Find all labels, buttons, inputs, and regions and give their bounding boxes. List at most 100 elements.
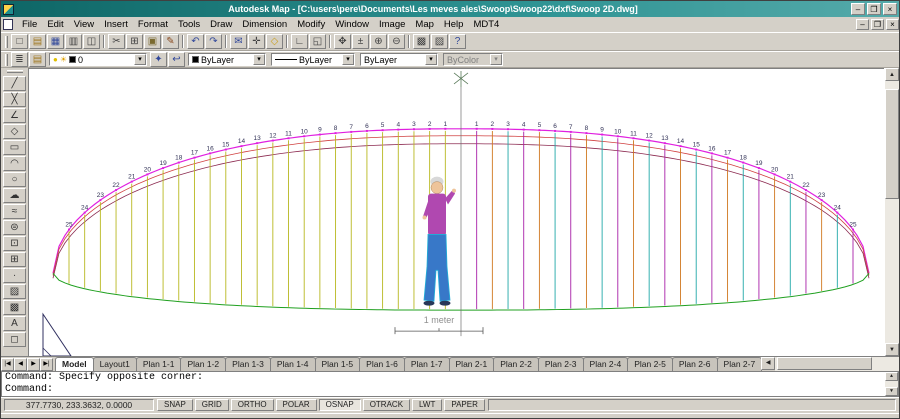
properties-button[interactable]: ▩ bbox=[413, 34, 430, 49]
tab-nav-next-button[interactable]: ▶ bbox=[27, 358, 40, 371]
tab-nav-last-button[interactable]: ▶| bbox=[40, 358, 53, 371]
chevron-down-icon[interactable]: ▾ bbox=[342, 54, 354, 65]
status-toggle-osnap[interactable]: OSNAP bbox=[319, 399, 361, 411]
save-button[interactable]: ▦ bbox=[47, 34, 64, 49]
tab-plan-2-3[interactable]: Plan 2-3 bbox=[538, 357, 584, 371]
command-scrollbar[interactable]: ▲ ▼ bbox=[885, 372, 898, 396]
menu-insert[interactable]: Insert bbox=[99, 17, 133, 32]
chevron-down-icon[interactable]: ▾ bbox=[253, 54, 265, 65]
command-window[interactable]: Command: Specify opposite corner: Comman… bbox=[1, 371, 899, 397]
layers-button[interactable]: ≣ bbox=[11, 52, 28, 67]
polygon-button[interactable]: ◇ bbox=[3, 124, 26, 139]
tab-plan-1-2[interactable]: Plan 1-2 bbox=[180, 357, 226, 371]
zoom-previous-button[interactable]: ⊖ bbox=[388, 34, 405, 49]
help-button[interactable]: ? bbox=[449, 34, 466, 49]
command-prompt-line[interactable]: Command: bbox=[5, 384, 885, 396]
window-restore-button[interactable]: ❐ bbox=[867, 3, 881, 15]
scroll-down-icon[interactable]: ▼ bbox=[885, 343, 899, 356]
chevron-down-icon[interactable]: ▾ bbox=[425, 54, 437, 65]
tab-nav-prev-button[interactable]: ◀ bbox=[14, 358, 27, 371]
make-object-layer-current-button[interactable]: ✦ bbox=[150, 52, 167, 67]
menu-modify[interactable]: Modify bbox=[292, 17, 330, 32]
tab-plan-2-2[interactable]: Plan 2-2 bbox=[493, 357, 539, 371]
construction-line-button[interactable]: ╳ bbox=[3, 92, 26, 107]
layer-previous-button[interactable]: ↩ bbox=[168, 52, 185, 67]
make-block-button[interactable]: ⊞ bbox=[3, 252, 26, 267]
color-dropdown[interactable]: ByLayer ▾ bbox=[188, 53, 266, 66]
toolbar-grip[interactable] bbox=[5, 36, 8, 48]
object-snap-button[interactable]: ◇ bbox=[266, 34, 283, 49]
tab-nav-first-button[interactable]: |◀ bbox=[1, 358, 14, 371]
layer-manager-button[interactable]: ▤ bbox=[29, 52, 46, 67]
tab-plan-2-7[interactable]: Plan 2-7 bbox=[717, 357, 763, 371]
menu-edit[interactable]: Edit bbox=[42, 17, 68, 32]
menu-help[interactable]: Help bbox=[439, 17, 469, 32]
scroll-left-icon[interactable]: ◀ bbox=[761, 357, 775, 370]
cut-button[interactable]: ✂ bbox=[108, 34, 125, 49]
horizontal-scrollbar[interactable]: ◀ ▶ bbox=[761, 357, 900, 371]
erase-button[interactable]: ◻ bbox=[3, 332, 26, 347]
rectangle-button[interactable]: ▭ bbox=[3, 140, 26, 155]
open-button[interactable]: ▤ bbox=[29, 34, 46, 49]
vertical-scroll-track[interactable] bbox=[885, 81, 899, 343]
insert-hyperlink-button[interactable]: ✉ bbox=[230, 34, 247, 49]
tab-plan-1-1[interactable]: Plan 1-1 bbox=[136, 357, 182, 371]
status-toggle-ortho[interactable]: ORTHO bbox=[231, 399, 274, 411]
menu-view[interactable]: View bbox=[69, 17, 99, 32]
zoom-realtime-button[interactable]: ± bbox=[352, 34, 369, 49]
print-button[interactable]: ▥ bbox=[65, 34, 82, 49]
tab-plan-2-5[interactable]: Plan 2-5 bbox=[627, 357, 673, 371]
tab-plan-2-6[interactable]: Plan 2-6 bbox=[672, 357, 718, 371]
status-toggle-otrack[interactable]: OTRACK bbox=[363, 399, 410, 411]
window-close-button[interactable]: × bbox=[883, 3, 897, 15]
object-snap-tracking-button[interactable]: ✛ bbox=[248, 34, 265, 49]
named-views-button[interactable]: ◱ bbox=[309, 34, 326, 49]
spline-button[interactable]: ≈ bbox=[3, 204, 26, 219]
hatch-button[interactable]: ▨ bbox=[3, 284, 26, 299]
document-restore-button[interactable]: ❐ bbox=[871, 19, 884, 30]
polyline-button[interactable]: ∠ bbox=[3, 108, 26, 123]
toolbar-grip[interactable] bbox=[5, 54, 8, 66]
layer-dropdown[interactable]: ● ☀ 0 ▾ bbox=[49, 53, 147, 66]
tab-plan-1-3[interactable]: Plan 1-3 bbox=[225, 357, 271, 371]
menu-tools[interactable]: Tools bbox=[173, 17, 205, 32]
status-toggle-lwt[interactable]: LWT bbox=[412, 399, 442, 411]
tab-plan-2-1[interactable]: Plan 2-1 bbox=[449, 357, 495, 371]
vertical-scrollbar[interactable]: ▲ ▼ bbox=[884, 68, 899, 356]
arc-button[interactable]: ◠ bbox=[3, 156, 26, 171]
document-minimize-button[interactable]: – bbox=[856, 19, 869, 30]
document-icon[interactable] bbox=[3, 19, 13, 30]
status-toggle-snap[interactable]: SNAP bbox=[157, 399, 193, 411]
tab-plan-1-4[interactable]: Plan 1-4 bbox=[270, 357, 316, 371]
status-toggle-polar[interactable]: POLAR bbox=[276, 399, 317, 411]
vertical-scroll-thumb[interactable] bbox=[885, 89, 899, 199]
lineweight-dropdown[interactable]: ByLayer ▾ bbox=[360, 53, 438, 66]
drawing-canvas[interactable]: 1122334455667788991010111112121313141415… bbox=[29, 68, 884, 356]
paste-button[interactable]: ▣ bbox=[144, 34, 161, 49]
line-button[interactable]: ╱ bbox=[3, 76, 26, 91]
tab-layout1[interactable]: Layout1 bbox=[93, 357, 137, 371]
multiline-text-button[interactable]: A bbox=[3, 316, 26, 331]
chevron-down-icon[interactable]: ▾ bbox=[134, 54, 146, 65]
window-minimize-button[interactable]: – bbox=[851, 3, 865, 15]
status-toggle-grid[interactable]: GRID bbox=[195, 399, 229, 411]
ellipse-button[interactable]: ⊜ bbox=[3, 220, 26, 235]
menu-draw[interactable]: Draw bbox=[205, 17, 237, 32]
horizontal-scroll-thumb[interactable] bbox=[777, 357, 872, 370]
menu-map[interactable]: Map bbox=[410, 17, 438, 32]
document-close-button[interactable]: × bbox=[886, 19, 899, 30]
region-button[interactable]: ▩ bbox=[3, 300, 26, 315]
horizontal-scroll-track[interactable] bbox=[775, 357, 900, 371]
menu-dimension[interactable]: Dimension bbox=[237, 17, 292, 32]
redo-button[interactable]: ↷ bbox=[205, 34, 222, 49]
scroll-down-icon[interactable]: ▼ bbox=[885, 387, 898, 396]
tab-plan-1-6[interactable]: Plan 1-6 bbox=[359, 357, 405, 371]
menu-mdt4[interactable]: MDT4 bbox=[468, 17, 504, 32]
point-button[interactable]: ∙ bbox=[3, 268, 26, 283]
toolbar-grip[interactable] bbox=[7, 70, 23, 73]
linetype-dropdown[interactable]: ByLayer ▾ bbox=[271, 53, 355, 66]
pan-realtime-button[interactable]: ✥ bbox=[334, 34, 351, 49]
ucs-button[interactable]: ∟ bbox=[291, 34, 308, 49]
match-properties-button[interactable]: ✎ bbox=[162, 34, 179, 49]
revision-cloud-button[interactable]: ☁ bbox=[3, 188, 26, 203]
